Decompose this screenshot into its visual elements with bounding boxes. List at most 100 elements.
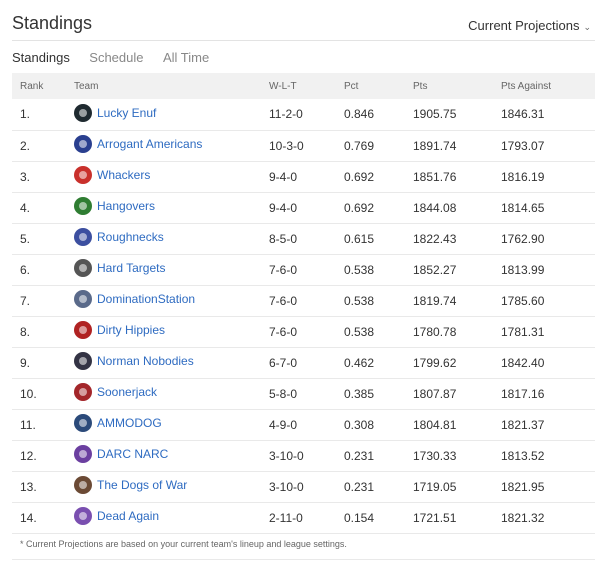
team-name: Dirty Hippies bbox=[97, 323, 166, 337]
column-header-team: Team bbox=[74, 80, 99, 92]
pts-cell: 1780.78 bbox=[413, 324, 457, 339]
column-header-rank: Rank bbox=[20, 80, 44, 92]
rank-cell: 6. bbox=[20, 262, 31, 277]
pts-against-cell: 1781.31 bbox=[501, 324, 545, 339]
team-cell: Lucky Enuf bbox=[74, 99, 269, 130]
team-link[interactable]: Dead Again bbox=[74, 507, 159, 525]
wlt-cell: 4-9-0 bbox=[269, 417, 298, 432]
wlt-cell: 5-8-0 bbox=[269, 386, 298, 401]
table-row: 12. DARC NARC 3-10-0 0.231 1730.33 1813.52 bbox=[12, 440, 595, 471]
team-cell: Arrogant Americans bbox=[74, 130, 269, 161]
divider bbox=[12, 559, 595, 560]
table-row: 6. Hard Targets 7-6-0 0.538 1852.27 1813.99 bbox=[12, 254, 595, 285]
wlt-cell: 9-4-0 bbox=[269, 200, 298, 215]
pct-cell: 0.538 bbox=[344, 262, 375, 277]
rank-cell: 2. bbox=[20, 138, 31, 153]
team-link[interactable]: Lucky Enuf bbox=[74, 103, 156, 122]
football-helmet-icon bbox=[74, 228, 92, 246]
tab-all-time[interactable]: All Time bbox=[163, 50, 209, 65]
rank-cell: 3. bbox=[20, 169, 31, 184]
team-link[interactable]: Arrogant Americans bbox=[74, 135, 202, 153]
team-cell: Soonerjack bbox=[74, 378, 269, 409]
table-row: 11. AMMODOG 4-9-0 0.308 1804.81 1821.37 bbox=[12, 409, 595, 440]
pct-cell: 0.538 bbox=[344, 293, 375, 308]
team-link[interactable]: Norman Nobodies bbox=[74, 352, 194, 370]
rank-cell: 9. bbox=[20, 355, 31, 370]
pct-cell: 0.846 bbox=[344, 107, 375, 122]
team-link[interactable]: The Dogs of War bbox=[74, 476, 187, 494]
pct-cell: 0.769 bbox=[344, 138, 375, 153]
pts-cell: 1905.75 bbox=[413, 107, 457, 122]
team-link[interactable]: DominationStation bbox=[74, 290, 195, 308]
table-row: 14. Dead Again 2-11-0 0.154 1721.51 1821.32 bbox=[12, 502, 595, 533]
team-name: Norman Nobodies bbox=[97, 354, 194, 368]
wlt-cell: 11-2-0 bbox=[269, 107, 303, 122]
football-helmet-icon bbox=[74, 103, 92, 122]
team-cell: DARC NARC bbox=[74, 440, 269, 471]
rank-cell: 11. bbox=[20, 417, 36, 432]
team-logo-icon bbox=[74, 197, 92, 215]
table-row: 1. Lucky Enuf 11-2-0 0.846 1905.75 1846.31 bbox=[12, 99, 595, 130]
page-title: Standings bbox=[12, 13, 93, 33]
projections-footnote: * Current Projections are based on your … bbox=[20, 539, 347, 549]
team-link[interactable]: Soonerjack bbox=[74, 383, 157, 401]
pts-against-cell: 1814.65 bbox=[501, 200, 545, 215]
table-row: 10. Soonerjack 5-8-0 0.385 1807.87 1817.16 bbox=[12, 378, 595, 409]
pct-cell: 0.308 bbox=[344, 417, 375, 432]
team-link[interactable]: AMMODOG bbox=[74, 414, 162, 432]
pts-against-cell: 1821.32 bbox=[501, 510, 545, 525]
tab-schedule[interactable]: Schedule bbox=[89, 50, 143, 65]
team-link[interactable]: DARC NARC bbox=[74, 445, 168, 463]
rank-cell: 12. bbox=[20, 448, 37, 463]
pct-cell: 0.231 bbox=[344, 448, 375, 463]
team-link[interactable]: Roughnecks bbox=[74, 228, 164, 246]
team-cell: The Dogs of War bbox=[74, 471, 269, 502]
pts-against-cell: 1846.31 bbox=[501, 107, 545, 122]
table-row: 7. DominationStation 7-6-0 0.538 1819.74 1785… bbox=[12, 285, 595, 316]
pct-cell: 0.692 bbox=[344, 169, 375, 184]
pct-cell: 0.692 bbox=[344, 200, 375, 215]
pts-cell: 1851.76 bbox=[413, 169, 457, 184]
table-row: 5. Roughnecks 8-5-0 0.615 1822.43 1762.90 bbox=[12, 223, 595, 254]
team-name: Whackers bbox=[97, 168, 151, 182]
star-badge-icon bbox=[74, 135, 92, 153]
pts-cell: 1799.62 bbox=[413, 355, 457, 370]
standings-table: Rank Team W-L-T Pct Pts Pts Against 1. Lu… bbox=[12, 73, 595, 534]
pts-cell: 1730.33 bbox=[413, 448, 457, 463]
football-helmet-icon bbox=[74, 383, 92, 401]
pct-cell: 0.462 bbox=[344, 355, 375, 370]
wlt-cell: 3-10-0 bbox=[269, 479, 304, 494]
team-link[interactable]: Whackers bbox=[74, 166, 150, 184]
team-link[interactable]: Dirty Hippies bbox=[74, 321, 165, 339]
team-name: Soonerjack bbox=[97, 385, 158, 399]
pts-cell: 1822.43 bbox=[413, 231, 457, 246]
team-link[interactable]: Hangovers bbox=[74, 197, 155, 215]
team-name: Arrogant Americans bbox=[97, 137, 203, 151]
rank-cell: 4. bbox=[20, 200, 31, 215]
pts-cell: 1852.27 bbox=[413, 262, 457, 277]
wlt-cell: 7-6-0 bbox=[269, 262, 298, 277]
team-cell: Whackers bbox=[74, 161, 269, 192]
pts-against-cell: 1821.95 bbox=[501, 479, 545, 494]
team-name: Hard Targets bbox=[97, 261, 166, 275]
rank-cell: 5. bbox=[20, 231, 31, 246]
chevron-down-icon: ⌄ bbox=[583, 22, 591, 32]
rank-cell: 10. bbox=[20, 386, 37, 401]
projections-label: Current Projections bbox=[468, 18, 580, 33]
tab-standings[interactable]: Standings bbox=[12, 50, 70, 65]
projections-dropdown[interactable]: Current Projections ⌄ bbox=[468, 18, 591, 33]
team-cell: Roughnecks bbox=[74, 223, 269, 254]
table-row: 2. Arrogant Americans 10-3-0 0.769 1891.74 17… bbox=[12, 130, 595, 161]
rank-cell: 7. bbox=[20, 293, 31, 308]
pts-against-cell: 1813.99 bbox=[501, 262, 545, 277]
team-link[interactable]: Hard Targets bbox=[74, 259, 165, 277]
team-cell: Hangovers bbox=[74, 192, 269, 223]
pts-against-cell: 1821.37 bbox=[501, 417, 545, 432]
dog-icon bbox=[74, 476, 92, 494]
team-name: Hangovers bbox=[97, 199, 156, 213]
pts-cell: 1807.87 bbox=[413, 386, 457, 401]
pct-cell: 0.538 bbox=[344, 324, 375, 339]
rank-cell: 14. bbox=[20, 510, 37, 525]
team-name: DominationStation bbox=[97, 292, 196, 306]
pts-against-cell: 1816.19 bbox=[501, 169, 545, 184]
